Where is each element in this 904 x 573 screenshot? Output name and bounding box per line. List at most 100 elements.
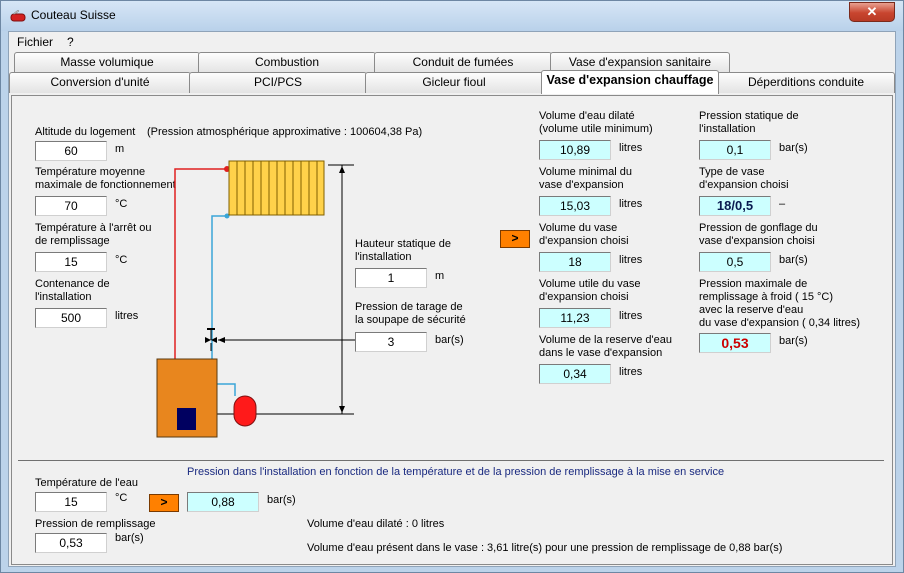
pmax-label-1: Pression maximale de [699,278,808,290]
vutile-label-1: Volume utile du vase [539,278,641,290]
radiator [228,160,325,216]
water-temp-input[interactable]: 15 [35,492,107,512]
pstat-label-2: l'installation [699,123,756,135]
tab-pci-pcs[interactable]: PCI/PCS [189,72,367,93]
reserve-label-1: Volume de la reserve d'eau [539,334,672,346]
dilated-volume-text: Volume d'eau dilaté : 0 litres [307,518,445,530]
vchoisi-value: 18 [539,252,611,272]
vessel-volume-text: Volume d'eau présent dans le vase : 3,61… [307,542,783,554]
contenance-label-2: l'installation [35,291,92,303]
vutile-unit: litres [619,310,643,322]
vchoisi-unit: litres [619,254,643,266]
tab-conduit-fumees[interactable]: Conduit de fumées [374,52,552,73]
knife-icon [10,10,26,22]
tarage-unit: bar(s) [435,334,464,346]
temp-stop-input[interactable]: 15 [35,252,107,272]
menu-bar: Fichier ? [9,32,895,50]
fill-pressure-input[interactable]: 0,53 [35,533,107,553]
temp-max-unit: °C [115,198,128,210]
hot-pipe [174,168,227,359]
vmin-unit: litres [619,198,643,210]
reserve-unit: litres [619,366,643,378]
title-bar[interactable]: Couteau Suisse ✕ [1,1,903,31]
type-value: 18/0,5 [699,196,771,216]
contenance-input[interactable]: 500 [35,308,107,328]
reserve-value: 0,34 [539,364,611,384]
vmin-label-1: Volume minimal du [539,166,632,178]
temp-stop-label-2: de remplissage [35,235,110,247]
client-area: Fichier ? Masse volumique Combustion Con… [8,31,896,567]
type-unit: – [779,198,786,210]
pstat-label-1: Pression statique de [699,110,799,122]
tab-vase-chauffage[interactable]: Vase d'expansion chauffage [541,70,719,94]
gonflage-value: 0,5 [699,252,771,272]
vutile-label-2: d'expansion choisi [539,291,629,303]
gonflage-label-1: Pression de gonflage du [699,222,818,234]
safety-valve-icon [205,328,217,351]
hauteur-unit: m [435,270,445,282]
pressure-note: (Pression atmosphérique approximative : … [147,126,423,138]
tab-combustion[interactable]: Combustion [198,52,376,73]
tab-panel: Altitude du logement (Pression atmosphér… [11,95,893,565]
dilate-label-2: (volume utile minimum) [539,123,653,135]
temp-stop-label-1: Température à l'arrêt ou [35,222,152,234]
water-temp-label: Température de l'eau [35,477,138,489]
tarage-label-2: la soupape de sécurité [355,314,466,326]
vmin-value: 15,03 [539,196,611,216]
tab-conversion-unite[interactable]: Conversion d'unité [9,72,191,93]
tarage-input[interactable]: 3 [355,332,427,352]
window-title: Couteau Suisse [31,8,116,22]
pstat-value: 0,1 [699,140,771,160]
gonflage-label-2: vase d'expansion choisi [699,235,815,247]
dilate-unit: litres [619,142,643,154]
section-separator [18,460,884,461]
altitude-input[interactable]: 60 [35,141,107,161]
contenance-label-1: Contenance de [35,278,110,290]
compute-pressure-button[interactable]: > [149,494,179,512]
pmax-label-3: avec la reserve d'eau [699,304,804,316]
fill-pressure-label: Pression de remplissage [35,518,156,530]
hauteur-input[interactable]: 1 [355,268,427,288]
boiler [156,358,218,438]
bottom-heading: Pression dans l'installation en fonction… [187,466,725,478]
altitude-unit: m [115,143,125,155]
pressure-result: 0,88 [187,492,259,512]
installation-diagram [156,160,357,438]
tab-masse-volumique[interactable]: Masse volumique [14,52,200,73]
tarage-label-1: Pression de tarage de [355,301,463,313]
dilate-label-1: Volume d'eau dilaté [539,110,635,122]
pstat-unit: bar(s) [779,142,808,154]
vmin-label-2: vase d'expansion [539,179,624,191]
hauteur-label-2: l'installation [355,251,412,263]
menu-help[interactable]: ? [67,35,74,49]
pmax-value: 0,53 [699,333,771,353]
contenance-unit: litres [115,310,139,322]
water-temp-unit: °C [115,492,128,504]
reserve-label-2: dans le vase d'expansion [539,347,663,359]
altitude-label: Altitude du logement [35,126,136,138]
pmax-label-2: remplissage à froid ( 15 °C) [699,291,834,303]
hauteur-label-1: Hauteur statique de [355,238,452,250]
calculate-button[interactable]: > [500,230,530,248]
vchoisi-label-1: Volume du vase [539,222,618,234]
temp-stop-unit: °C [115,254,128,266]
type-label-2: d'expansion choisi [699,179,789,191]
tab-deperditions-conduite[interactable]: Déperditions conduite [717,72,895,93]
close-icon: ✕ [866,4,878,19]
app-window: Couteau Suisse ✕ Fichier ? Masse volumiq… [0,0,904,573]
expansion-vessel [233,395,257,427]
pmax-unit: bar(s) [779,335,808,347]
temp-max-input[interactable]: 70 [35,196,107,216]
close-button[interactable]: ✕ [849,2,895,22]
vutile-value: 11,23 [539,308,611,328]
tab-gicleur-fioul[interactable]: Gicleur fioul [365,72,543,93]
fill-pressure-unit: bar(s) [115,532,144,544]
pressure-result-unit: bar(s) [267,494,296,506]
dilate-value: 10,89 [539,140,611,160]
menu-fichier[interactable]: Fichier [17,35,53,49]
type-label-1: Type de vase [699,166,765,178]
pmax-label-4: du vase d'expansion ( 0,34 litres) [699,317,861,329]
temp-max-label-1: Température moyenne [35,166,146,178]
vchoisi-label-2: d'expansion choisi [539,235,629,247]
gonflage-unit: bar(s) [779,254,808,266]
